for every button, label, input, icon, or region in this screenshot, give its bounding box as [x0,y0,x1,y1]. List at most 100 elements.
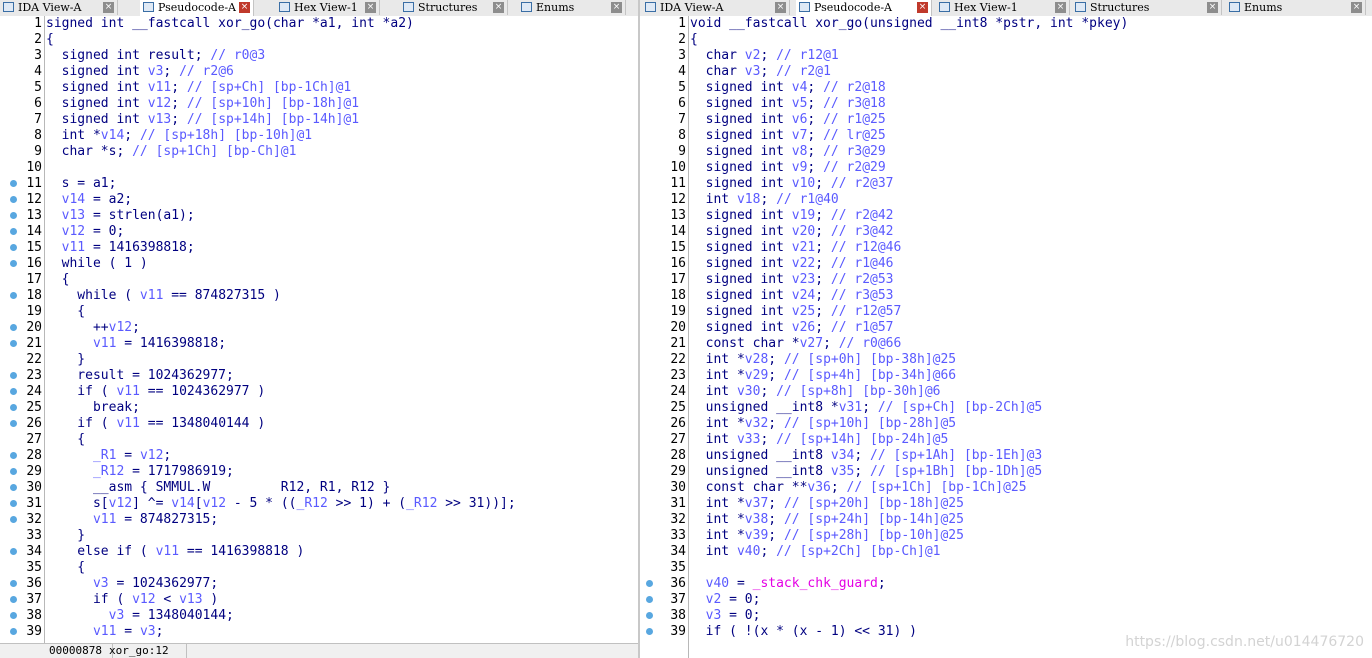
close-icon[interactable]: × [775,2,786,13]
code-line[interactable]: 20 ++v12; [0,320,638,336]
breakpoint-dot-icon[interactable] [10,340,17,347]
breakpoint-dot-icon[interactable] [10,596,17,603]
code-line[interactable]: 23 int *v29; // [sp+4h] [bp-34h]@66 [640,368,1372,384]
breakpoint-dot-icon[interactable] [10,372,17,379]
breakpoint-dot-icon[interactable] [10,244,17,251]
code-line[interactable]: 33 int *v39; // [sp+28h] [bp-10h]@25 [640,528,1372,544]
code-line[interactable]: 8 signed int v7; // lr@25 [640,128,1372,144]
breakpoint-dot-icon[interactable] [646,596,653,603]
code-line[interactable]: 17 { [0,272,638,288]
breakpoint-dot-icon[interactable] [10,292,17,299]
code-line[interactable]: 15 v11 = 1416398818; [0,240,638,256]
close-icon[interactable]: × [239,2,250,13]
code-line[interactable]: 30 __asm { SMMUL.W R12, R1, R12 } [0,480,638,496]
breakpoint-dot-icon[interactable] [10,468,17,475]
code-line[interactable]: 34 int v40; // [sp+2Ch] [bp-Ch]@1 [640,544,1372,560]
code-line[interactable]: 14 signed int v20; // r3@42 [640,224,1372,240]
code-line[interactable]: 8 int *v14; // [sp+18h] [bp-10h]@1 [0,128,638,144]
code-line[interactable]: 19 signed int v25; // r12@57 [640,304,1372,320]
code-line[interactable]: 29 _R12 = 1717986919; [0,464,638,480]
code-line[interactable]: 9 signed int v8; // r3@29 [640,144,1372,160]
breakpoint-dot-icon[interactable] [10,580,17,587]
tab-structures[interactable]: Structures × [1072,0,1222,15]
code-line[interactable]: 37 v2 = 0; [640,592,1372,608]
tab-pseudocode-a[interactable]: Pseudocode-A × [140,0,254,16]
code-line[interactable]: 36 v40 = _stack_chk_guard; [640,576,1372,592]
code-line[interactable]: 4 char v3; // r2@1 [640,64,1372,80]
close-icon[interactable]: × [1351,2,1362,13]
code-line[interactable]: 23 result = 1024362977; [0,368,638,384]
code-line[interactable]: 16 while ( 1 ) [0,256,638,272]
close-icon[interactable]: × [365,2,376,13]
code-line[interactable]: 7 signed int v6; // r1@25 [640,112,1372,128]
code-line[interactable]: 25 unsigned __int8 *v31; // [sp+Ch] [bp-… [640,400,1372,416]
close-icon[interactable]: × [103,2,114,13]
code-line[interactable]: 28 _R1 = v12; [0,448,638,464]
breakpoint-dot-icon[interactable] [646,612,653,619]
code-line[interactable]: 9 char *s; // [sp+1Ch] [bp-Ch]@1 [0,144,638,160]
close-icon[interactable]: × [917,2,928,13]
code-line[interactable]: 13 signed int v19; // r2@42 [640,208,1372,224]
code-line[interactable]: 3 char v2; // r12@1 [640,48,1372,64]
breakpoint-dot-icon[interactable] [10,228,17,235]
code-line[interactable]: 7 signed int v13; // [sp+14h] [bp-14h]@1 [0,112,638,128]
code-line[interactable]: 33 } [0,528,638,544]
breakpoint-dot-icon[interactable] [10,388,17,395]
breakpoint-dot-icon[interactable] [10,500,17,507]
code-line[interactable]: 13 v13 = strlen(a1); [0,208,638,224]
breakpoint-dot-icon[interactable] [10,516,17,523]
breakpoint-dot-icon[interactable] [10,324,17,331]
breakpoint-dot-icon[interactable] [10,548,17,555]
code-line[interactable]: 11 s = a1; [0,176,638,192]
code-line[interactable]: 5 signed int v4; // r2@18 [640,80,1372,96]
code-line[interactable]: 5 signed int v11; // [sp+Ch] [bp-1Ch]@1 [0,80,638,96]
code-line[interactable]: 34 else if ( v11 == 1416398818 ) [0,544,638,560]
tab-pseudocode-a[interactable]: Pseudocode-A × [796,0,932,16]
code-line[interactable]: 17 signed int v23; // r2@53 [640,272,1372,288]
code-view[interactable]: 1 void __fastcall xor_go(unsigned __int8 … [640,16,1372,658]
code-line[interactable]: 38 v3 = 0; [640,608,1372,624]
tab-enums[interactable]: Enums × [1226,0,1366,15]
close-icon[interactable]: × [611,2,622,13]
code-line[interactable]: 37 if ( v12 < v13 ) [0,592,638,608]
breakpoint-dot-icon[interactable] [646,628,653,635]
code-line[interactable]: 18 signed int v24; // r3@53 [640,288,1372,304]
code-line[interactable]: 26 if ( v11 == 1348040144 ) [0,416,638,432]
breakpoint-dot-icon[interactable] [10,628,17,635]
code-line[interactable]: 25 break; [0,400,638,416]
code-line[interactable]: 18 while ( v11 == 874827315 ) [0,288,638,304]
code-line[interactable]: 27 int v33; // [sp+14h] [bp-24h]@5 [640,432,1372,448]
code-line[interactable]: 1 signed int __fastcall xor_go(char *a1, … [0,16,638,32]
tab-hex-view-1[interactable]: Hex View-1 × [276,0,380,15]
code-line[interactable]: 2{ [0,32,638,48]
code-line[interactable]: 27 { [0,432,638,448]
code-line[interactable]: 31 s[v12] ^= v14[v12 - 5 * ((_R12 >> 1) … [0,496,638,512]
code-line[interactable]: 30 const char **v36; // [sp+1Ch] [bp-1Ch… [640,480,1372,496]
code-line[interactable]: 15 signed int v21; // r12@46 [640,240,1372,256]
close-icon[interactable]: × [1055,2,1066,13]
tab-structures[interactable]: Structures × [400,0,508,15]
tab-ida-view-a[interactable]: IDA View-A × [642,0,790,15]
breakpoint-dot-icon[interactable] [10,612,17,619]
code-view[interactable]: 1 signed int __fastcall xor_go(char *a1, … [0,16,638,658]
code-line[interactable]: 39 v11 = v3; [0,624,638,640]
close-icon[interactable]: × [493,2,504,13]
breakpoint-dot-icon[interactable] [646,580,653,587]
code-line[interactable]: 32 v11 = 874827315; [0,512,638,528]
code-line[interactable]: 1 void __fastcall xor_go(unsigned __int8 … [640,16,1372,32]
breakpoint-dot-icon[interactable] [10,196,17,203]
code-line[interactable]: 28 unsigned __int8 v34; // [sp+1Ah] [bp-… [640,448,1372,464]
code-line[interactable]: 21 const char *v27; // r0@66 [640,336,1372,352]
code-line[interactable]: 24 int v30; // [sp+8h] [bp-30h]@6 [640,384,1372,400]
code-line[interactable]: 4 signed int v3; // r2@6 [0,64,638,80]
breakpoint-dot-icon[interactable] [10,484,17,491]
code-line[interactable]: 26 int *v32; // [sp+10h] [bp-28h]@5 [640,416,1372,432]
code-line[interactable]: 29 unsigned __int8 v35; // [sp+1Bh] [bp-… [640,464,1372,480]
code-line[interactable]: 22 } [0,352,638,368]
close-icon[interactable]: × [1207,2,1218,13]
breakpoint-dot-icon[interactable] [10,260,17,267]
code-line[interactable]: 24 if ( v11 == 1024362977 ) [0,384,638,400]
breakpoint-dot-icon[interactable] [10,180,17,187]
code-line[interactable]: 19 { [0,304,638,320]
breakpoint-dot-icon[interactable] [10,420,17,427]
